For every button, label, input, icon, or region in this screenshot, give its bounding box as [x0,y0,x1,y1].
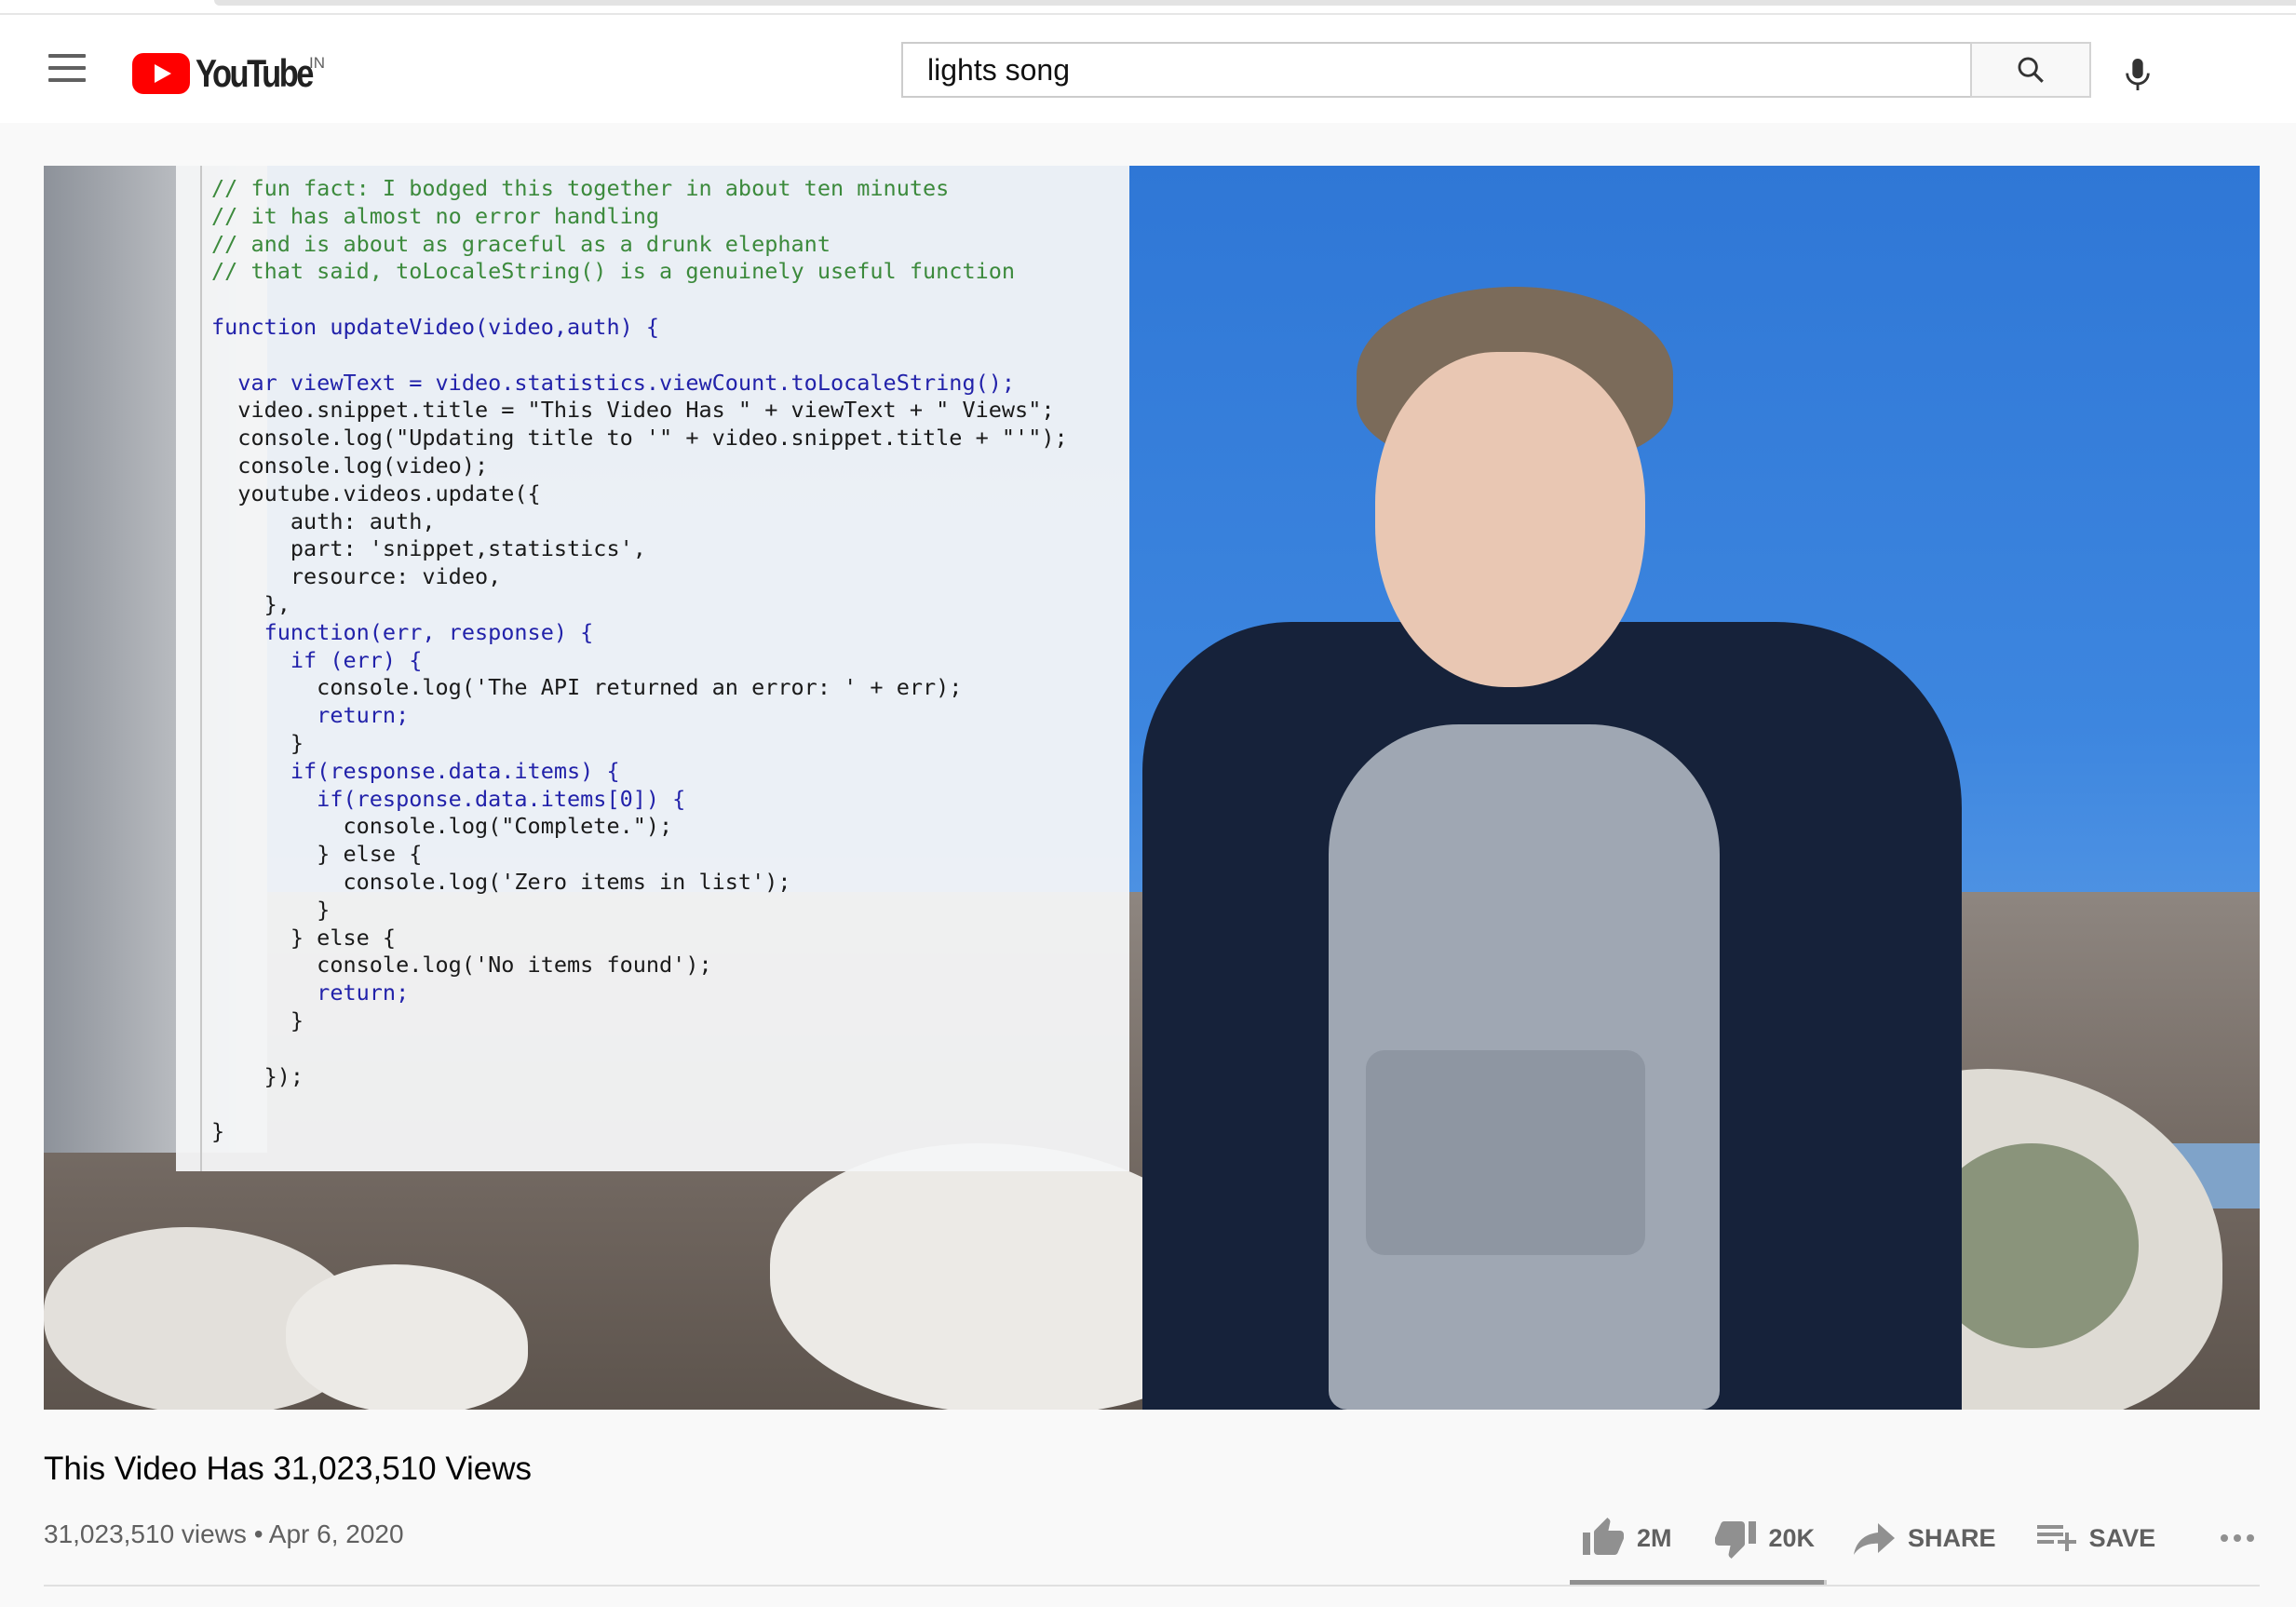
code-line: console.log('Zero items in list'); [211,868,791,895]
code-line: video.snippet.title = "This Video Has " … [211,397,1055,424]
code-line: console.log("Updating title to '" + vide… [211,425,1068,452]
browser-tab-edge [214,0,2296,6]
code-line: return; [211,979,410,1006]
like-button[interactable]: 2M [1581,1510,1672,1566]
code-line: return; [211,702,410,729]
thumbs-down-icon [1714,1521,1756,1559]
presenter [1142,287,1962,1410]
publish-date: Apr 6, 2020 [268,1519,404,1548]
video-actions: 2M 20K SHARE SAVE [1573,1510,2260,1566]
meta-separator: • [253,1519,263,1548]
code-block: // fun fact: I bodged this together in a… [211,175,1068,1146]
share-label: SHARE [1908,1523,1996,1552]
code-line: function updateVideo(video,auth) { [211,313,660,340]
code-line: if (err) { [211,646,423,673]
add-to-playlist-icon [2036,1525,2076,1551]
search-button[interactable] [1970,42,2091,98]
dislike-count: 20K [1768,1523,1816,1552]
code-line: auth: auth, [211,507,436,534]
share-arrow-icon [1854,1523,1896,1555]
code-line: }); [211,1062,304,1089]
section-divider [44,1585,2260,1587]
search-box[interactable] [901,42,1970,98]
more-horizontal-icon [2221,1534,2255,1542]
save-label: SAVE [2088,1523,2156,1552]
code-line: if(response.data.items) { [211,757,620,784]
code-line: } else { [211,924,397,951]
code-line: // that said, toLocaleString() is a genu… [211,258,1016,285]
video-title: This Video Has 31,023,510 Views [44,1451,533,1487]
share-button[interactable]: SHARE [1852,1510,1996,1566]
code-line: console.log("Complete."); [211,813,673,840]
code-line: } [211,1006,304,1033]
code-line: console.log('The API returned an error: … [211,674,963,701]
hamburger-menu-icon[interactable] [48,54,86,84]
voice-search-button[interactable] [2115,52,2160,97]
more-actions-button[interactable] [2215,1510,2260,1566]
code-line: // and is about as graceful as a drunk e… [211,230,831,257]
code-line: }, [211,590,290,617]
code-line: youtube.videos.update({ [211,479,541,506]
search-input[interactable] [925,51,1970,88]
presenter-face [1375,352,1645,687]
code-line: } [211,729,304,756]
browser-tab-strip [0,0,2296,13]
code-line: console.log('No items found'); [211,952,712,979]
view-count: 31,023,510 views [44,1519,247,1548]
thumbs-up-icon [1583,1518,1624,1555]
youtube-logo[interactable]: YouTube [132,47,337,101]
code-overlay: // fun fact: I bodged this together in a… [176,166,1129,1171]
code-gutter [176,166,202,1171]
code-line: console.log(video); [211,452,489,479]
code-line: } [211,1118,225,1145]
microphone-icon [2126,59,2150,90]
code-line: } [211,896,331,923]
masthead: YouTube IN [0,13,2296,123]
code-line: if(response.data.items[0]) { [211,785,686,812]
country-code: IN [309,54,325,72]
save-button[interactable]: SAVE [2033,1510,2156,1566]
code-line: var viewText = video.statistics.viewCoun… [211,369,1016,396]
code-line: } else { [211,841,423,868]
code-line: resource: video, [211,563,502,590]
code-line: function(err, response) { [211,618,594,645]
code-line: part: 'snippet,statistics', [211,535,646,562]
dislike-button[interactable]: 20K [1713,1510,1816,1566]
logo-text: YouTube [196,51,314,95]
like-count: 2M [1637,1523,1672,1552]
code-line: // it has almost no error handling [211,202,660,229]
hoodie-pocket [1366,1050,1645,1255]
code-line: // fun fact: I bodged this together in a… [211,175,950,201]
search-icon [2018,57,2044,83]
video-player[interactable]: // fun fact: I bodged this together in a… [44,166,2260,1410]
video-meta: 31,023,510 views • Apr 6, 2020 [44,1519,404,1549]
youtube-play-icon [132,53,190,94]
